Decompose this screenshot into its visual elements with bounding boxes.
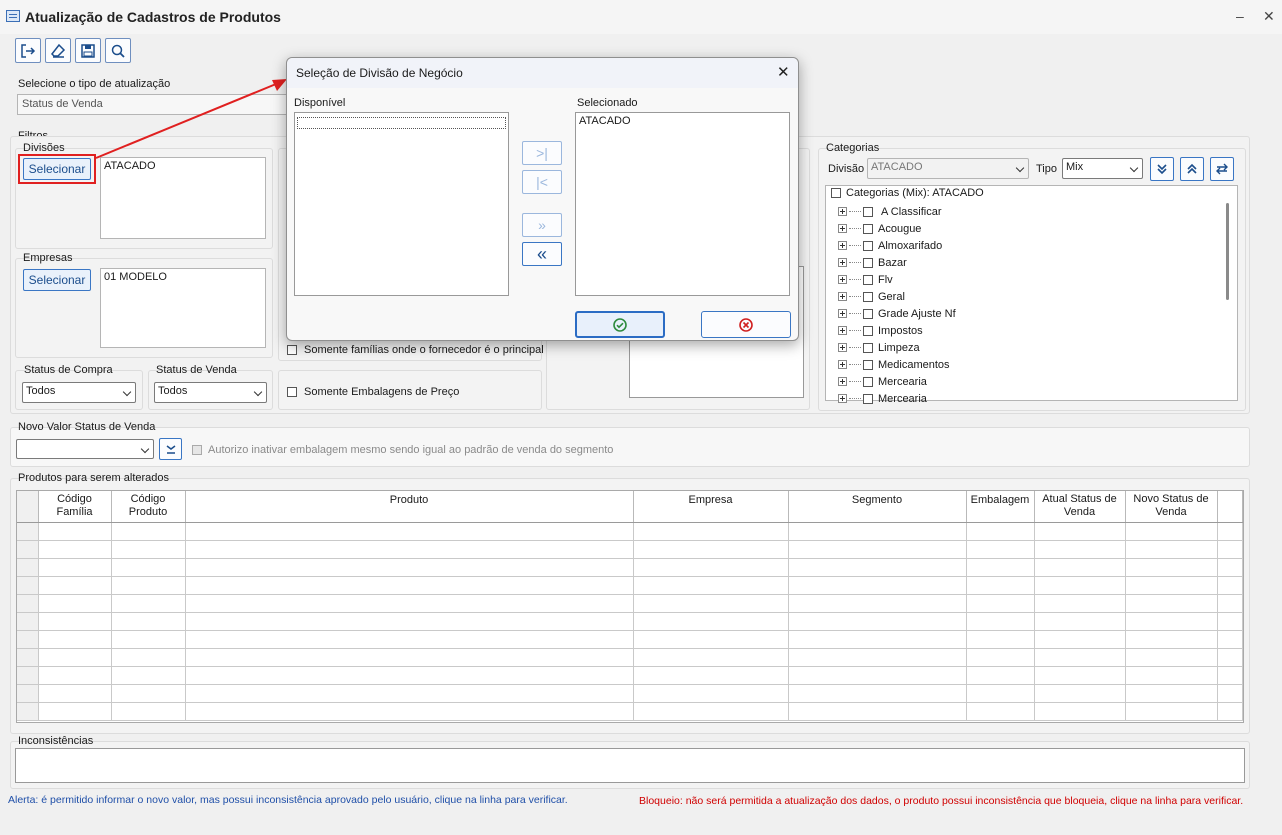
move-left-button[interactable]: |< <box>522 170 562 194</box>
arrow-left-bar-icon: |< <box>536 174 548 190</box>
double-chevron-left-icon: « <box>536 243 547 264</box>
move-all-left-button[interactable]: « <box>522 242 562 266</box>
cancel-circle-icon <box>739 317 753 332</box>
available-list[interactable] <box>294 112 509 296</box>
selected-list[interactable]: ATACADO <box>575 112 790 296</box>
move-right-button[interactable]: >| <box>522 141 562 165</box>
dialog-title: Seleção de Divisão de Negócio <box>296 66 463 80</box>
arrow-right-bar-icon: >| <box>536 145 548 161</box>
available-label: Disponível <box>294 97 346 109</box>
selected-label: Selecionado <box>577 97 638 109</box>
division-dialog: Seleção de Divisão de Negócio ✕ Disponív… <box>286 57 799 341</box>
dialog-confirm-button[interactable] <box>575 311 665 338</box>
move-all-right-button[interactable]: » <box>522 213 562 237</box>
selected-list-item[interactable]: ATACADO <box>579 115 786 127</box>
dialog-close-button[interactable]: ✕ <box>777 63 790 81</box>
double-chevron-right-icon: » <box>538 217 546 233</box>
dialog-cancel-button[interactable] <box>701 311 791 338</box>
check-circle-icon <box>613 317 627 332</box>
available-focus-item[interactable] <box>297 117 506 129</box>
